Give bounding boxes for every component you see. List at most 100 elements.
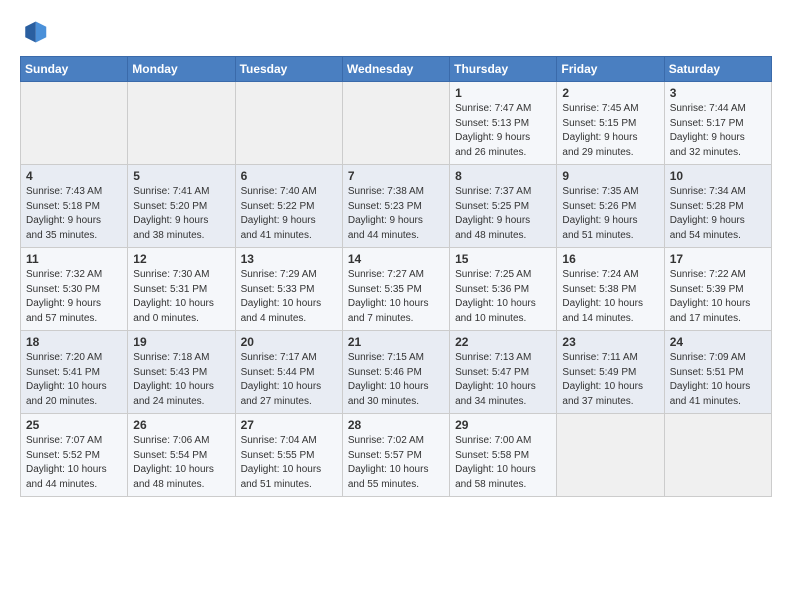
calendar-cell [235, 82, 342, 165]
logo-icon [20, 18, 48, 46]
calendar-cell: 20Sunrise: 7:17 AM Sunset: 5:44 PM Dayli… [235, 331, 342, 414]
calendar-cell: 3Sunrise: 7:44 AM Sunset: 5:17 PM Daylig… [664, 82, 771, 165]
calendar-cell: 29 Sunrise: 7:00 AM Sunset: 5:58 PM Dayli… [450, 414, 557, 497]
day-info: Sunrise: 7:22 AM Sunset: 5:39 PM Dayligh… [670, 268, 766, 326]
calendar-week-5: 25Sunrise: 7:07 AM Sunset: 5:52 PM Dayli… [21, 414, 772, 497]
day-number: 12 [133, 252, 229, 266]
logo [20, 18, 52, 46]
day-info: Sunrise: 7:15 AM Sunset: 5:46 PM Dayligh… [348, 351, 444, 409]
calendar-cell [21, 82, 128, 165]
day-number: 11 [26, 252, 122, 266]
calendar-cell: 27 Sunrise: 7:04 AM Sunset: 5:55 PM Dayli… [235, 414, 342, 497]
calendar-cell: 1 Sunrise: 7:47 AM Sunset: 5:13 PM Daylig… [450, 82, 557, 165]
calendar-cell: 8 Sunrise: 7:37 AM Sunset: 5:25 PM Daylig… [450, 165, 557, 248]
calendar-cell: 6 Sunrise: 7:40 AM Sunset: 5:22 PM Daylig… [235, 165, 342, 248]
calendar-week-4: 18 Sunrise: 7:20 AM Sunset: 5:41 PM Dayli… [21, 331, 772, 414]
day-info: Sunrise: 7:27 AM Sunset: 5:35 PM Dayligh… [348, 268, 444, 326]
calendar-cell: 11 Sunrise: 7:32 AM Sunset: 5:30 PM Dayli… [21, 248, 128, 331]
header [20, 18, 772, 46]
header-day-saturday: Saturday [664, 57, 771, 82]
calendar-cell: 14 Sunrise: 7:27 AM Sunset: 5:35 PM Dayli… [342, 248, 449, 331]
day-number: 21 [348, 335, 444, 349]
day-number: 8 [455, 169, 551, 183]
calendar-week-1: 1 Sunrise: 7:47 AM Sunset: 5:13 PM Daylig… [21, 82, 772, 165]
day-number: 15 [455, 252, 551, 266]
day-number: 23 [562, 335, 658, 349]
header-day-monday: Monday [128, 57, 235, 82]
day-info: Sunrise: 7:17 AM Sunset: 5:44 PM Dayligh… [241, 351, 337, 409]
day-number: 19 [133, 335, 229, 349]
calendar-cell: 15 Sunrise: 7:25 AM Sunset: 5:36 PM Dayli… [450, 248, 557, 331]
day-info: Sunrise: 7:29 AM Sunset: 5:33 PM Dayligh… [241, 268, 337, 326]
day-info: Sunrise: 7:02 AM Sunset: 5:57 PM Dayligh… [348, 434, 444, 492]
day-number: 2 [562, 86, 658, 100]
calendar-cell: 26Sunrise: 7:06 AM Sunset: 5:54 PM Dayli… [128, 414, 235, 497]
calendar-cell: 23 Sunrise: 7:11 AM Sunset: 5:49 PM Dayli… [557, 331, 664, 414]
calendar-cell: 13 Sunrise: 7:29 AM Sunset: 5:33 PM Dayli… [235, 248, 342, 331]
day-info: Sunrise: 7:24 AM Sunset: 5:38 PM Dayligh… [562, 268, 658, 326]
day-info: Sunrise: 7:09 AM Sunset: 5:51 PM Dayligh… [670, 351, 766, 409]
calendar-cell: 17 Sunrise: 7:22 AM Sunset: 5:39 PM Dayli… [664, 248, 771, 331]
header-day-wednesday: Wednesday [342, 57, 449, 82]
day-info: Sunrise: 7:04 AM Sunset: 5:55 PM Dayligh… [241, 434, 337, 492]
day-info: Sunrise: 7:20 AM Sunset: 5:41 PM Dayligh… [26, 351, 122, 409]
day-info: Sunrise: 7:25 AM Sunset: 5:36 PM Dayligh… [455, 268, 551, 326]
day-info: Sunrise: 7:18 AM Sunset: 5:43 PM Dayligh… [133, 351, 229, 409]
day-number: 1 [455, 86, 551, 100]
day-info: Sunrise: 7:45 AM Sunset: 5:15 PM Dayligh… [562, 102, 658, 160]
day-info: Sunrise: 7:40 AM Sunset: 5:22 PM Dayligh… [241, 185, 337, 243]
page: SundayMondayTuesdayWednesdayThursdayFrid… [0, 0, 792, 507]
calendar-cell: 12 Sunrise: 7:30 AM Sunset: 5:31 PM Dayli… [128, 248, 235, 331]
day-number: 17 [670, 252, 766, 266]
day-info: Sunrise: 7:32 AM Sunset: 5:30 PM Dayligh… [26, 268, 122, 326]
day-number: 6 [241, 169, 337, 183]
day-number: 18 [26, 335, 122, 349]
day-number: 10 [670, 169, 766, 183]
day-info: Sunrise: 7:35 AM Sunset: 5:26 PM Dayligh… [562, 185, 658, 243]
day-info: Sunrise: 7:11 AM Sunset: 5:49 PM Dayligh… [562, 351, 658, 409]
header-row: SundayMondayTuesdayWednesdayThursdayFrid… [21, 57, 772, 82]
day-number: 22 [455, 335, 551, 349]
day-number: 14 [348, 252, 444, 266]
day-number: 28 [348, 418, 444, 432]
calendar-cell [664, 414, 771, 497]
calendar-cell: 4Sunrise: 7:43 AM Sunset: 5:18 PM Daylig… [21, 165, 128, 248]
calendar-body: 1 Sunrise: 7:47 AM Sunset: 5:13 PM Daylig… [21, 82, 772, 497]
calendar-cell: 28 Sunrise: 7:02 AM Sunset: 5:57 PM Dayli… [342, 414, 449, 497]
calendar-cell: 10 Sunrise: 7:34 AM Sunset: 5:28 PM Dayli… [664, 165, 771, 248]
calendar-cell: 16 Sunrise: 7:24 AM Sunset: 5:38 PM Dayli… [557, 248, 664, 331]
day-info: Sunrise: 7:37 AM Sunset: 5:25 PM Dayligh… [455, 185, 551, 243]
day-info: Sunrise: 7:13 AM Sunset: 5:47 PM Dayligh… [455, 351, 551, 409]
day-info: Sunrise: 7:34 AM Sunset: 5:28 PM Dayligh… [670, 185, 766, 243]
calendar-cell: 2 Sunrise: 7:45 AM Sunset: 5:15 PM Daylig… [557, 82, 664, 165]
day-number: 16 [562, 252, 658, 266]
header-day-tuesday: Tuesday [235, 57, 342, 82]
header-day-sunday: Sunday [21, 57, 128, 82]
day-info: Sunrise: 7:07 AM Sunset: 5:52 PM Dayligh… [26, 434, 122, 492]
day-info: Sunrise: 7:38 AM Sunset: 5:23 PM Dayligh… [348, 185, 444, 243]
day-number: 3 [670, 86, 766, 100]
day-info: Sunrise: 7:30 AM Sunset: 5:31 PM Dayligh… [133, 268, 229, 326]
day-number: 7 [348, 169, 444, 183]
calendar-cell [557, 414, 664, 497]
header-day-thursday: Thursday [450, 57, 557, 82]
day-info: Sunrise: 7:47 AM Sunset: 5:13 PM Dayligh… [455, 102, 551, 160]
calendar-cell: 19 Sunrise: 7:18 AM Sunset: 5:43 PM Dayli… [128, 331, 235, 414]
day-number: 13 [241, 252, 337, 266]
day-number: 27 [241, 418, 337, 432]
day-info: Sunrise: 7:00 AM Sunset: 5:58 PM Dayligh… [455, 434, 551, 492]
calendar-cell: 18 Sunrise: 7:20 AM Sunset: 5:41 PM Dayli… [21, 331, 128, 414]
day-number: 4 [26, 169, 122, 183]
calendar-cell [342, 82, 449, 165]
calendar-cell: 25Sunrise: 7:07 AM Sunset: 5:52 PM Dayli… [21, 414, 128, 497]
day-number: 24 [670, 335, 766, 349]
header-day-friday: Friday [557, 57, 664, 82]
calendar-header: SundayMondayTuesdayWednesdayThursdayFrid… [21, 57, 772, 82]
day-number: 5 [133, 169, 229, 183]
day-number: 26 [133, 418, 229, 432]
day-number: 9 [562, 169, 658, 183]
calendar-cell: 5 Sunrise: 7:41 AM Sunset: 5:20 PM Daylig… [128, 165, 235, 248]
day-info: Sunrise: 7:41 AM Sunset: 5:20 PM Dayligh… [133, 185, 229, 243]
day-number: 29 [455, 418, 551, 432]
calendar-cell: 24 Sunrise: 7:09 AM Sunset: 5:51 PM Dayli… [664, 331, 771, 414]
